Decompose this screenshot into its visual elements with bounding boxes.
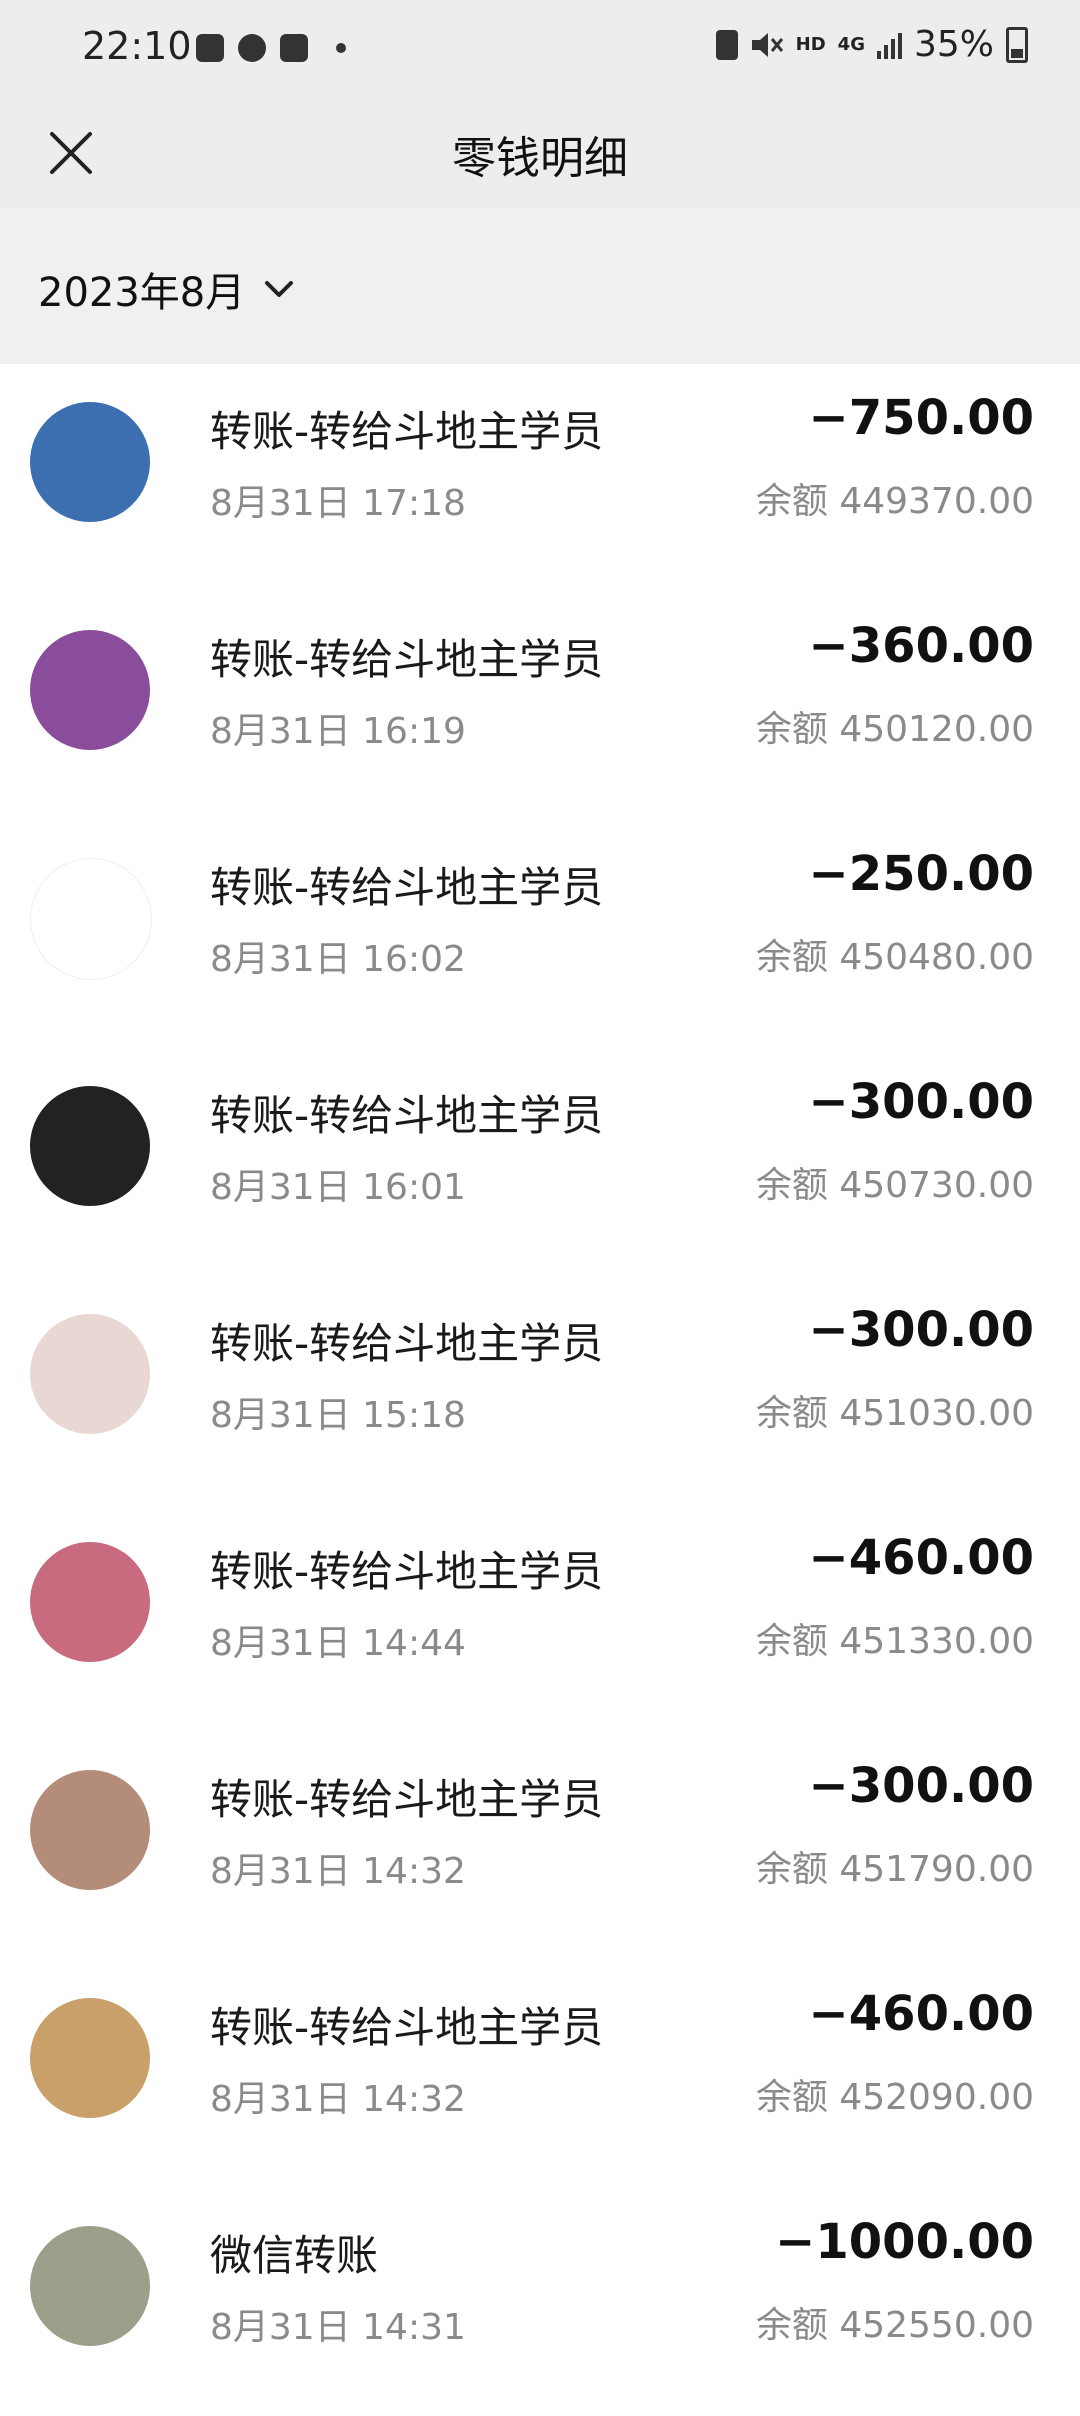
transaction-balance: 余额 452090.00 bbox=[755, 2077, 1034, 2118]
transaction-time: 8月31日 17:18 bbox=[210, 483, 466, 524]
transaction-balance: 余额 449370.00 bbox=[755, 481, 1034, 522]
month-label: 2023年8月 bbox=[38, 270, 246, 316]
transaction-balance: 余额 451330.00 bbox=[755, 1621, 1034, 1662]
transaction-time: 8月31日 14:32 bbox=[210, 1851, 466, 1892]
transaction-row[interactable]: 转账-转给斗地主学员 8月31日 14:44 −460.00 余额 451330.00 bbox=[0, 1504, 1080, 1732]
battery-icon bbox=[1006, 26, 1028, 63]
transaction-amount: −250.00 bbox=[808, 846, 1034, 902]
transaction-row[interactable]: 转账-转给斗地主学员 8月31日 14:32 −300.00 余额 451790.00 bbox=[0, 1732, 1080, 1960]
transaction-row[interactable]: 转账-转给斗地主学员 8月31日 15:18 −300.00 余额 451030.00 bbox=[0, 1276, 1080, 1504]
transaction-title: 转账-转给斗地主学员 bbox=[210, 407, 604, 456]
avatar bbox=[30, 630, 150, 750]
transaction-title: 转账-转给斗地主学员 bbox=[210, 1319, 604, 1368]
transaction-amount: −300.00 bbox=[808, 1758, 1034, 1814]
transaction-amount: −750.00 bbox=[808, 390, 1034, 446]
transaction-time: 8月31日 16:01 bbox=[210, 1167, 466, 1208]
status-time: 22:10 bbox=[82, 24, 192, 68]
notification-dot-icon bbox=[336, 43, 346, 53]
gallery-icon bbox=[196, 34, 224, 62]
nav-bar: 零钱明细 bbox=[0, 100, 1080, 208]
avatar bbox=[30, 1314, 150, 1434]
transaction-title: 转账-转给斗地主学员 bbox=[210, 2003, 604, 2052]
transaction-time: 8月31日 14:32 bbox=[210, 2079, 466, 2120]
transaction-time: 8月31日 14:31 bbox=[210, 2307, 466, 2348]
transaction-balance: 余额 451030.00 bbox=[755, 1393, 1034, 1434]
checkbox-icon bbox=[280, 34, 308, 62]
hd-label: HD bbox=[795, 34, 826, 55]
transaction-balance: 余额 450730.00 bbox=[755, 1165, 1034, 1206]
transaction-row[interactable]: 转账-转给斗地主学员 8月31日 16:01 −300.00 余额 450730.00 bbox=[0, 1048, 1080, 1276]
transaction-time: 8月31日 16:19 bbox=[210, 711, 466, 752]
transaction-title: 转账-转给斗地主学员 bbox=[210, 1091, 604, 1140]
transaction-balance: 余额 450480.00 bbox=[755, 937, 1034, 978]
transaction-amount: −300.00 bbox=[808, 1074, 1034, 1130]
avatar bbox=[30, 1998, 150, 2118]
month-filter-bar: 2023年8月 bbox=[0, 208, 1080, 364]
transaction-time: 8月31日 15:18 bbox=[210, 1395, 466, 1436]
transaction-time: 8月31日 16:02 bbox=[210, 939, 466, 980]
transaction-amount: −1000.00 bbox=[775, 2214, 1034, 2270]
signal-icon bbox=[876, 31, 902, 59]
status-left-icons bbox=[196, 34, 346, 62]
transaction-row[interactable]: 转账-转给斗地主学员 8月31日 16:02 −250.00 余额 450480.00 bbox=[0, 820, 1080, 1048]
transaction-balance: 余额 450120.00 bbox=[755, 709, 1034, 750]
transaction-title: 转账-转给斗地主学员 bbox=[210, 863, 604, 912]
transaction-row[interactable]: 转账-转给斗地主学员 8月31日 17:18 −750.00 余额 449370.00 bbox=[0, 364, 1080, 592]
page-title: 零钱明细 bbox=[452, 133, 628, 184]
avatar bbox=[30, 1542, 150, 1662]
avatar bbox=[30, 1086, 150, 1206]
transaction-title: 转账-转给斗地主学员 bbox=[210, 635, 604, 684]
avatar bbox=[30, 858, 152, 980]
battery-percent: 35% bbox=[913, 24, 994, 65]
avatar bbox=[30, 1770, 150, 1890]
status-bar: 22:10 HD 4G 35% bbox=[0, 0, 1080, 100]
status-right-icons: HD 4G 35% bbox=[715, 24, 1028, 65]
vpn-icon bbox=[238, 34, 266, 62]
recycle-icon bbox=[715, 29, 738, 60]
month-selector[interactable]: 2023年8月 bbox=[38, 260, 299, 318]
chevron-down-icon bbox=[265, 281, 294, 297]
transaction-amount: −460.00 bbox=[808, 1986, 1034, 2042]
transaction-row[interactable]: 微信转账 8月31日 14:31 −1000.00 余额 452550.00 bbox=[0, 2188, 1080, 2416]
transaction-amount: −460.00 bbox=[808, 1530, 1034, 1586]
avatar bbox=[30, 402, 150, 522]
transaction-amount: −300.00 bbox=[808, 1302, 1034, 1358]
transaction-title: 微信转账 bbox=[210, 2231, 379, 2280]
mute-icon bbox=[751, 32, 783, 57]
transaction-title: 转账-转给斗地主学员 bbox=[210, 1775, 604, 1824]
transaction-time: 8月31日 14:44 bbox=[210, 1623, 466, 1664]
transaction-balance: 余额 452550.00 bbox=[755, 2305, 1034, 2346]
network-type-label: 4G bbox=[837, 34, 865, 55]
transaction-list: 转账-转给斗地主学员 8月31日 17:18 −750.00 余额 449370.00… bbox=[0, 364, 1080, 2416]
transaction-balance: 余额 451790.00 bbox=[755, 1849, 1034, 1890]
transaction-row[interactable]: 转账-转给斗地主学员 8月31日 14:32 −460.00 余额 452090.00 bbox=[0, 1960, 1080, 2188]
avatar bbox=[30, 2226, 150, 2346]
transaction-row[interactable]: 转账-转给斗地主学员 8月31日 16:19 −360.00 余额 450120.00 bbox=[0, 592, 1080, 820]
transaction-title: 转账-转给斗地主学员 bbox=[210, 1547, 604, 1596]
transaction-amount: −360.00 bbox=[808, 618, 1034, 674]
